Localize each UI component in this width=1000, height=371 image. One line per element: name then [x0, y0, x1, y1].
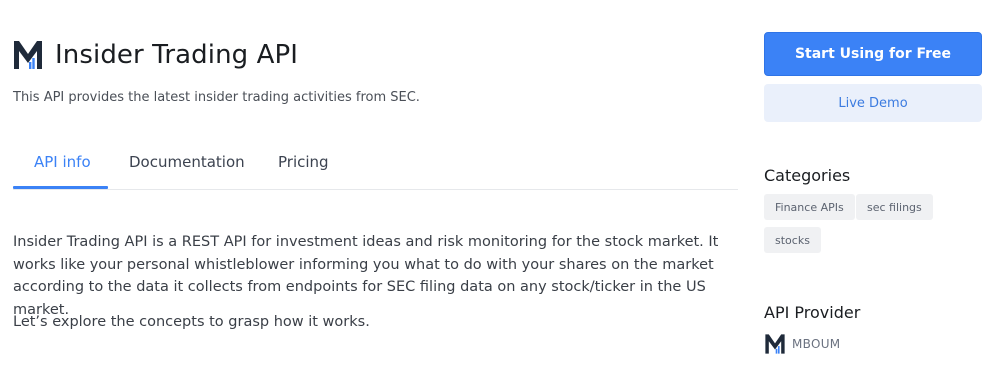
api-description: Insider Trading API is a REST API for in…: [13, 234, 719, 318]
category-chip-stocks[interactable]: stocks: [764, 227, 821, 253]
tab-api-info[interactable]: API info: [34, 153, 91, 188]
category-chip-sec-filings[interactable]: sec filings: [856, 194, 933, 220]
categories-title: Categories: [764, 166, 851, 185]
page-header: Insider Trading API: [13, 39, 298, 71]
category-chip-finance-apis[interactable]: Finance APIs: [764, 194, 855, 220]
active-tab-indicator: [13, 186, 108, 189]
tab-documentation[interactable]: Documentation: [129, 153, 245, 188]
api-provider-title: API Provider: [764, 303, 861, 322]
mboum-logo-icon: [765, 334, 785, 354]
mboum-logo-icon: [14, 41, 42, 69]
page-title: Insider Trading API: [55, 40, 299, 70]
page-subtitle: This API provides the latest insider tra…: [13, 90, 420, 105]
start-using-button[interactable]: Start Using for Free: [764, 32, 982, 76]
provider-name: MBOUM: [792, 337, 841, 351]
main-content: Insider Trading API This API provides th…: [13, 0, 738, 371]
live-demo-button[interactable]: Live Demo: [764, 84, 982, 122]
explore-text: Let’s explore the concepts to grasp how …: [13, 314, 370, 330]
tab-pricing[interactable]: Pricing: [278, 153, 329, 188]
api-provider-link[interactable]: MBOUM: [764, 333, 840, 355]
sidebar: Start Using for Free Live Demo Categorie…: [764, 0, 982, 371]
tab-bar: API info Documentation Pricing: [13, 139, 738, 190]
